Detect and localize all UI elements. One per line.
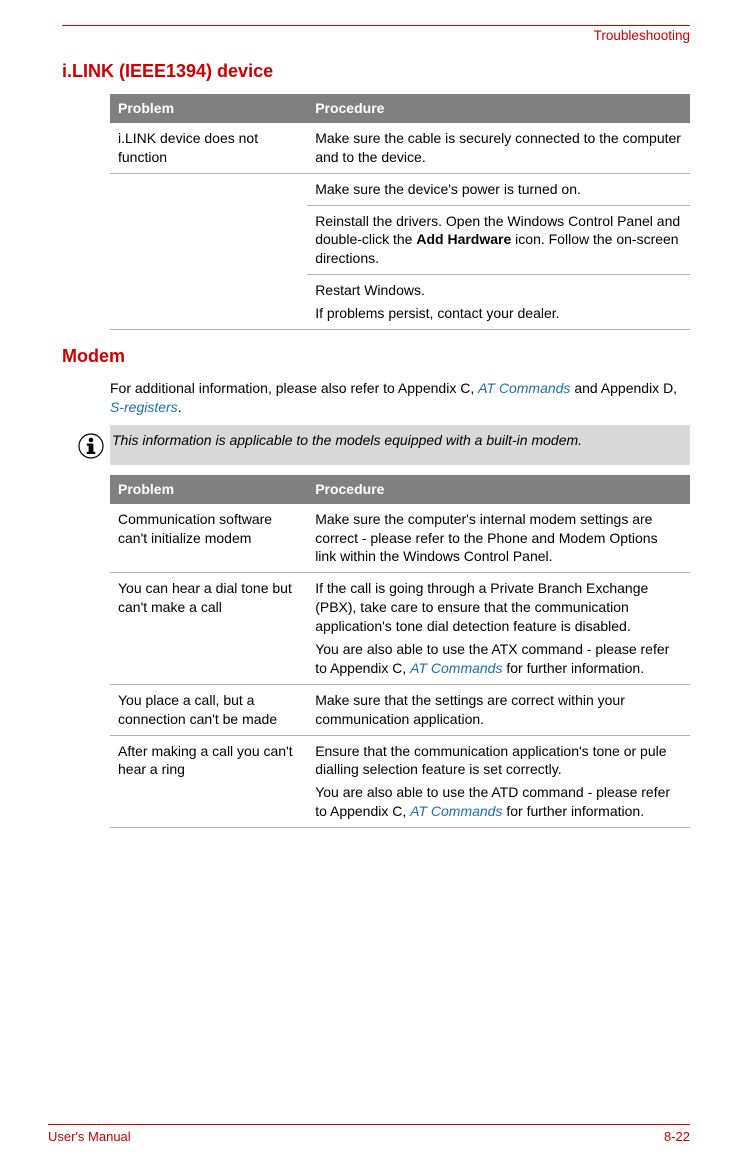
table-row: i.LINK device does not function Make sur… bbox=[110, 123, 690, 173]
header-section: Troubleshooting bbox=[62, 28, 690, 43]
cell-problem: i.LINK device does not function bbox=[110, 123, 307, 173]
cell-proc: Make sure that the settings are correct … bbox=[307, 684, 690, 735]
cell-problem: Communication software can't initialize … bbox=[110, 504, 307, 573]
table-row: Reinstall the drivers. Open the Windows … bbox=[110, 205, 690, 275]
table-row: Restart Windows. If problems persist, co… bbox=[110, 275, 690, 330]
link-at-commands[interactable]: AT Commands bbox=[410, 803, 502, 819]
cell-proc: Ensure that the communication applicatio… bbox=[307, 735, 690, 828]
cell-problem: You place a call, but a connection can't… bbox=[110, 684, 307, 735]
cell-proc: Make sure the cable is securely connecte… bbox=[307, 123, 690, 173]
table-row: Make sure the device's power is turned o… bbox=[110, 173, 690, 205]
modem-block: For additional information, please also … bbox=[110, 379, 690, 828]
info-note-text: This information is applicable to the mo… bbox=[112, 431, 680, 450]
link-at-commands[interactable]: AT Commands bbox=[410, 660, 502, 676]
th-procedure: Procedure bbox=[307, 475, 690, 504]
info-icon bbox=[78, 433, 104, 459]
th-problem: Problem bbox=[110, 475, 307, 504]
table-row: After making a call you can't hear a rin… bbox=[110, 735, 690, 828]
page: Troubleshooting i.LINK (IEEE1394) device… bbox=[0, 0, 738, 1172]
cell-problem: You can hear a dial tone but can't make … bbox=[110, 573, 307, 684]
section-title-modem: Modem bbox=[62, 346, 690, 367]
cell-proc: Make sure the device's power is turned o… bbox=[307, 173, 690, 205]
top-rule bbox=[62, 25, 690, 26]
table-row: Communication software can't initialize … bbox=[110, 504, 690, 573]
footer-page-number: 8-22 bbox=[664, 1129, 690, 1144]
info-note: This information is applicable to the mo… bbox=[110, 425, 690, 465]
footer-left: User's Manual bbox=[48, 1129, 131, 1144]
section-title-ilink: i.LINK (IEEE1394) device bbox=[62, 61, 690, 82]
ilink-block: Problem Procedure i.LINK device does not… bbox=[110, 94, 690, 330]
link-s-registers[interactable]: S-registers bbox=[110, 399, 178, 415]
th-problem: Problem bbox=[110, 94, 307, 123]
footer: User's Manual 8-22 bbox=[48, 1124, 690, 1144]
link-at-commands[interactable]: AT Commands bbox=[478, 380, 570, 396]
modem-intro: For additional information, please also … bbox=[110, 379, 690, 417]
ilink-table: Problem Procedure i.LINK device does not… bbox=[110, 94, 690, 330]
cell-proc: Make sure the computer's internal modem … bbox=[307, 504, 690, 573]
th-procedure: Procedure bbox=[307, 94, 690, 123]
cell-proc: Reinstall the drivers. Open the Windows … bbox=[307, 205, 690, 275]
table-row: You place a call, but a connection can't… bbox=[110, 684, 690, 735]
modem-table: Problem Procedure Communication software… bbox=[110, 475, 690, 828]
cell-proc: Restart Windows. If problems persist, co… bbox=[307, 275, 690, 330]
cell-problem: After making a call you can't hear a rin… bbox=[110, 735, 307, 828]
cell-proc: If the call is going through a Private B… bbox=[307, 573, 690, 684]
table-row: You can hear a dial tone but can't make … bbox=[110, 573, 690, 684]
